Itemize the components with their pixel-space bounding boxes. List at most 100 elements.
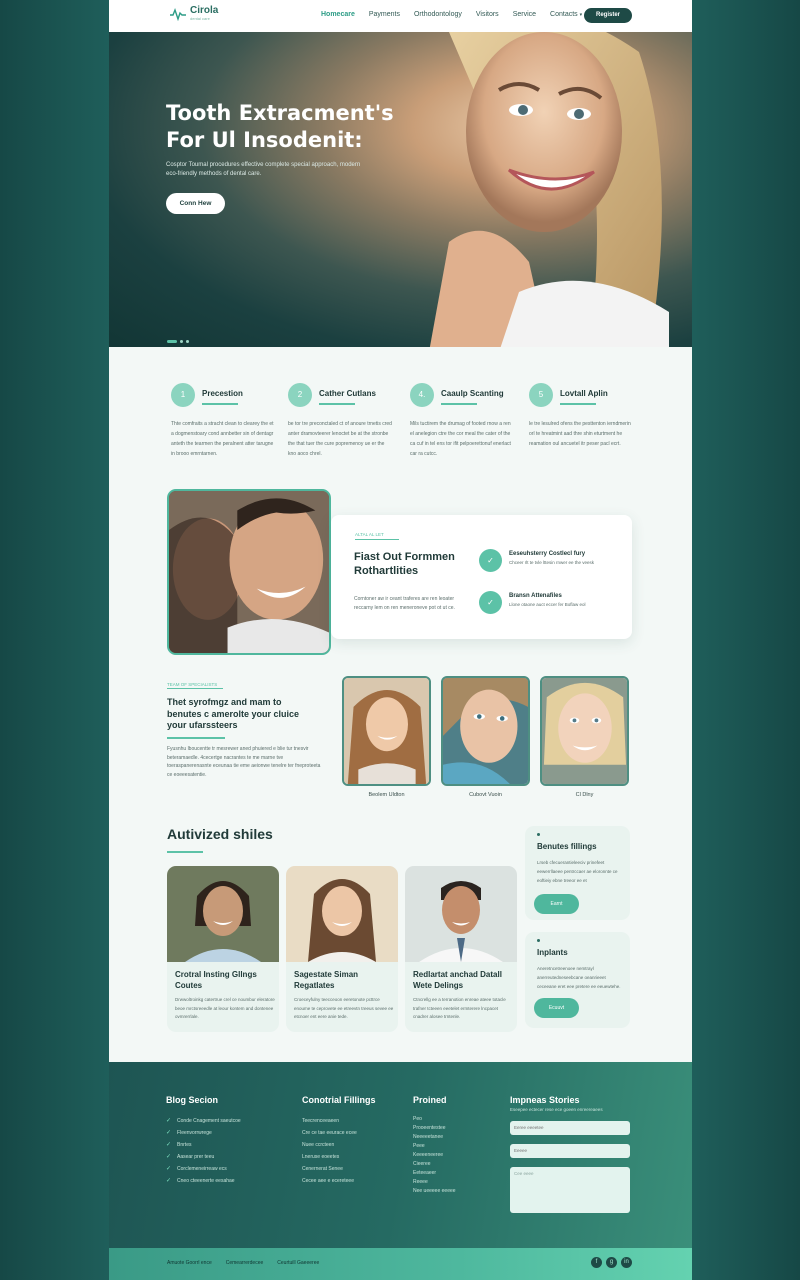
check-icon: ✓ xyxy=(166,1118,172,1124)
nav-item-service[interactable]: Service xyxy=(513,11,536,18)
feature-item-text: Llone otaone auct eccer fer Boflaw eol xyxy=(509,602,586,607)
footer-link-text: Fleenvorrwrege xyxy=(177,1130,212,1136)
team-member-photo[interactable] xyxy=(441,676,530,786)
footer-link[interactable]: Lneruse eoeetes xyxy=(302,1151,376,1163)
team-member-name: Beolem Uldton xyxy=(368,792,405,798)
footer-link[interactable]: ✓ Cneo cteeenerte eesahae xyxy=(166,1175,241,1187)
footer-link[interactable]: ✓ Conde Cnagement saeutcoe xyxy=(166,1115,241,1127)
step-title: Lovtall Aplin xyxy=(560,389,608,398)
footer-link[interactable]: Keeeeneeree xyxy=(413,1151,456,1160)
footer-link[interactable]: Peee xyxy=(413,1142,456,1151)
google-icon[interactable]: g xyxy=(606,1257,617,1268)
step-text: be tor tre preconctaled ct of anoure trn… xyxy=(288,421,392,457)
footer-email-input[interactable] xyxy=(510,1144,630,1158)
nav-item-payments[interactable]: Payments xyxy=(369,11,400,18)
step-text: le tre lesulred ofens the pesttenton ier… xyxy=(529,421,631,447)
footer-column-stories: Impneas Stories Eseepee ectecer rese ece… xyxy=(510,1095,630,1213)
nav-item-orthodontology[interactable]: Orthodontology xyxy=(414,11,462,18)
nav-contacts-label: Contacts xyxy=(550,11,578,18)
team-member-name: Cubovt Vuoin xyxy=(469,792,502,798)
footer-link[interactable]: Teecrenceeaeen xyxy=(302,1115,376,1127)
footer-link[interactable]: Nuee ccrcteen xyxy=(302,1139,376,1151)
footer-link[interactable]: ✓ Corclemeneirreaw ecs xyxy=(166,1163,241,1175)
service-card[interactable]: Crotral Insting Gllngs Coutes Drwwoltroi… xyxy=(167,866,279,1032)
bottom-link[interactable]: Cemearrerdecee xyxy=(226,1260,264,1266)
feature-card: ALTAL AL LET Fiast Out Formmen Rothartli… xyxy=(331,515,632,639)
side-card-button[interactable]: Earnt xyxy=(534,894,579,914)
step-underline xyxy=(441,403,477,405)
footer-link[interactable]: Peo xyxy=(413,1115,456,1124)
footer-link-text: Bnrtes xyxy=(177,1142,192,1148)
team-member-photo[interactable] xyxy=(540,676,629,786)
check-icon: ✓ xyxy=(479,591,502,614)
footer-link-text: Aasear prer teeu xyxy=(177,1154,215,1160)
footer-link[interactable]: Cecee aee e ecereteee xyxy=(302,1175,376,1187)
nav-item-visitors[interactable]: Visitors xyxy=(476,11,499,18)
logo[interactable]: Cirola dental care xyxy=(169,6,218,21)
footer-link[interactable]: ✓ Fleenvorrwrege xyxy=(166,1127,241,1139)
register-button[interactable]: Register xyxy=(584,8,632,23)
carousel-dot[interactable] xyxy=(180,340,183,343)
carousel-dot[interactable] xyxy=(186,340,189,343)
step-title: Precestion xyxy=(202,389,243,398)
side-card-title: Inplants xyxy=(537,948,568,957)
service-photo xyxy=(286,866,398,962)
service-text: Croeceyfulny teecceoon eeretonote pcttrc… xyxy=(294,997,394,1019)
top-header: Cirola dental care Homecare Payments Ort… xyxy=(109,0,692,32)
team-member-photo[interactable] xyxy=(342,676,431,786)
hero-banner: Tooth Extracment's For Ul Insodenit: Cos… xyxy=(109,32,692,347)
footer-link[interactable]: Reeee xyxy=(413,1178,456,1187)
nav-item-contacts[interactable]: Contacts ▾ xyxy=(550,11,582,18)
service-card[interactable]: Sagestate Siman Regatlates Croeceyfulny … xyxy=(286,866,398,1032)
team-title: Thet syrofmgz and mam to benutes c amero… xyxy=(167,697,300,730)
service-name: Redlartat anchad Datall Wete Delings xyxy=(413,970,502,990)
services-title: Autivized shiles xyxy=(167,826,273,842)
bullet-dot xyxy=(537,833,540,836)
footer-list: Teecrenceeaeen Cre ce tae eeurace ecee N… xyxy=(302,1115,376,1187)
service-card[interactable]: Redlartat anchad Datall Wete Delings Ctn… xyxy=(405,866,517,1032)
footer-link[interactable]: Cre ce tae eeurace ecee xyxy=(302,1127,376,1139)
hero-portrait-image xyxy=(429,32,669,347)
step-number-badge: 5 xyxy=(529,383,553,407)
service-photo xyxy=(405,866,517,962)
side-card-button[interactable]: Ecuuvt xyxy=(534,998,579,1018)
footer-name-input[interactable] xyxy=(510,1121,630,1135)
feature-item-text: Chceer rlt te tvle lttesin rnwer ee the … xyxy=(509,560,595,565)
check-icon: ✓ xyxy=(166,1142,172,1148)
footer-link[interactable]: Cieeree xyxy=(413,1160,456,1169)
service-text: Drwwoltroinkg catertrue crel ce noumbur … xyxy=(175,997,275,1019)
check-icon: ✓ xyxy=(166,1154,172,1160)
footer-link[interactable]: ✓ Bnrtes xyxy=(166,1139,241,1151)
team-text: Fyusnhu lboucentte tr mesrewer aned phui… xyxy=(167,746,321,778)
carousel-dot-active[interactable] xyxy=(167,340,177,343)
footer-heading: Impneas Stories xyxy=(510,1095,580,1105)
check-icon: ✓ xyxy=(166,1178,172,1184)
check-icon: ✓ xyxy=(479,549,502,572)
footer-column-fillings: Conotrial Fillings Teecrenceeaeen Cre ce… xyxy=(302,1095,376,1187)
step-underline xyxy=(560,403,596,405)
services-title-underline xyxy=(167,851,203,853)
side-card-title: Benutes fillings xyxy=(537,842,597,851)
footer-link[interactable]: Prooeentestee xyxy=(413,1124,456,1133)
footer-link[interactable]: ✓ Aasear prer teeu xyxy=(166,1151,241,1163)
footer-message-textarea[interactable]: Cee eeee xyxy=(510,1167,630,1213)
footer-link[interactable]: Cenernerat Senee xyxy=(302,1163,376,1175)
footer-link[interactable]: Nee ueeeee eeeee xyxy=(413,1187,456,1196)
footer-link[interactable]: Neeeeetanee xyxy=(413,1133,456,1142)
main-nav: Homecare Payments Orthodontology Visitor… xyxy=(321,11,582,18)
feature-item-title: Bransn Attenafiles xyxy=(509,593,562,599)
linkedin-icon[interactable]: in xyxy=(621,1257,632,1268)
footer-link-text: Conde Cnagement saeutcoe xyxy=(177,1118,241,1124)
step-underline xyxy=(319,403,355,405)
bottom-link[interactable]: Amuote Goorrl ence xyxy=(167,1260,212,1266)
footer-heading: Blog Secion xyxy=(166,1095,219,1105)
logo-subtitle: dental care xyxy=(190,16,210,21)
hero-cta-button[interactable]: Conn Hew xyxy=(166,193,225,214)
bottom-bar: Amuote Goorrl ence Cemearrerdecee Ceurtu… xyxy=(109,1248,692,1280)
facebook-icon[interactable]: f xyxy=(591,1257,602,1268)
footer-link[interactable]: Eeteeaeer xyxy=(413,1169,456,1178)
bottom-link[interactable]: Ceurtuill Gaeeeree xyxy=(277,1260,319,1266)
nav-item-homecare[interactable]: Homecare xyxy=(321,11,355,18)
footer-column-blog: Blog Secion ✓ Conde Cnagement saeutcoe ✓ F… xyxy=(166,1095,241,1187)
footer-list: ✓ Conde Cnagement saeutcoe ✓ Fleenvorrwreg… xyxy=(166,1115,241,1187)
